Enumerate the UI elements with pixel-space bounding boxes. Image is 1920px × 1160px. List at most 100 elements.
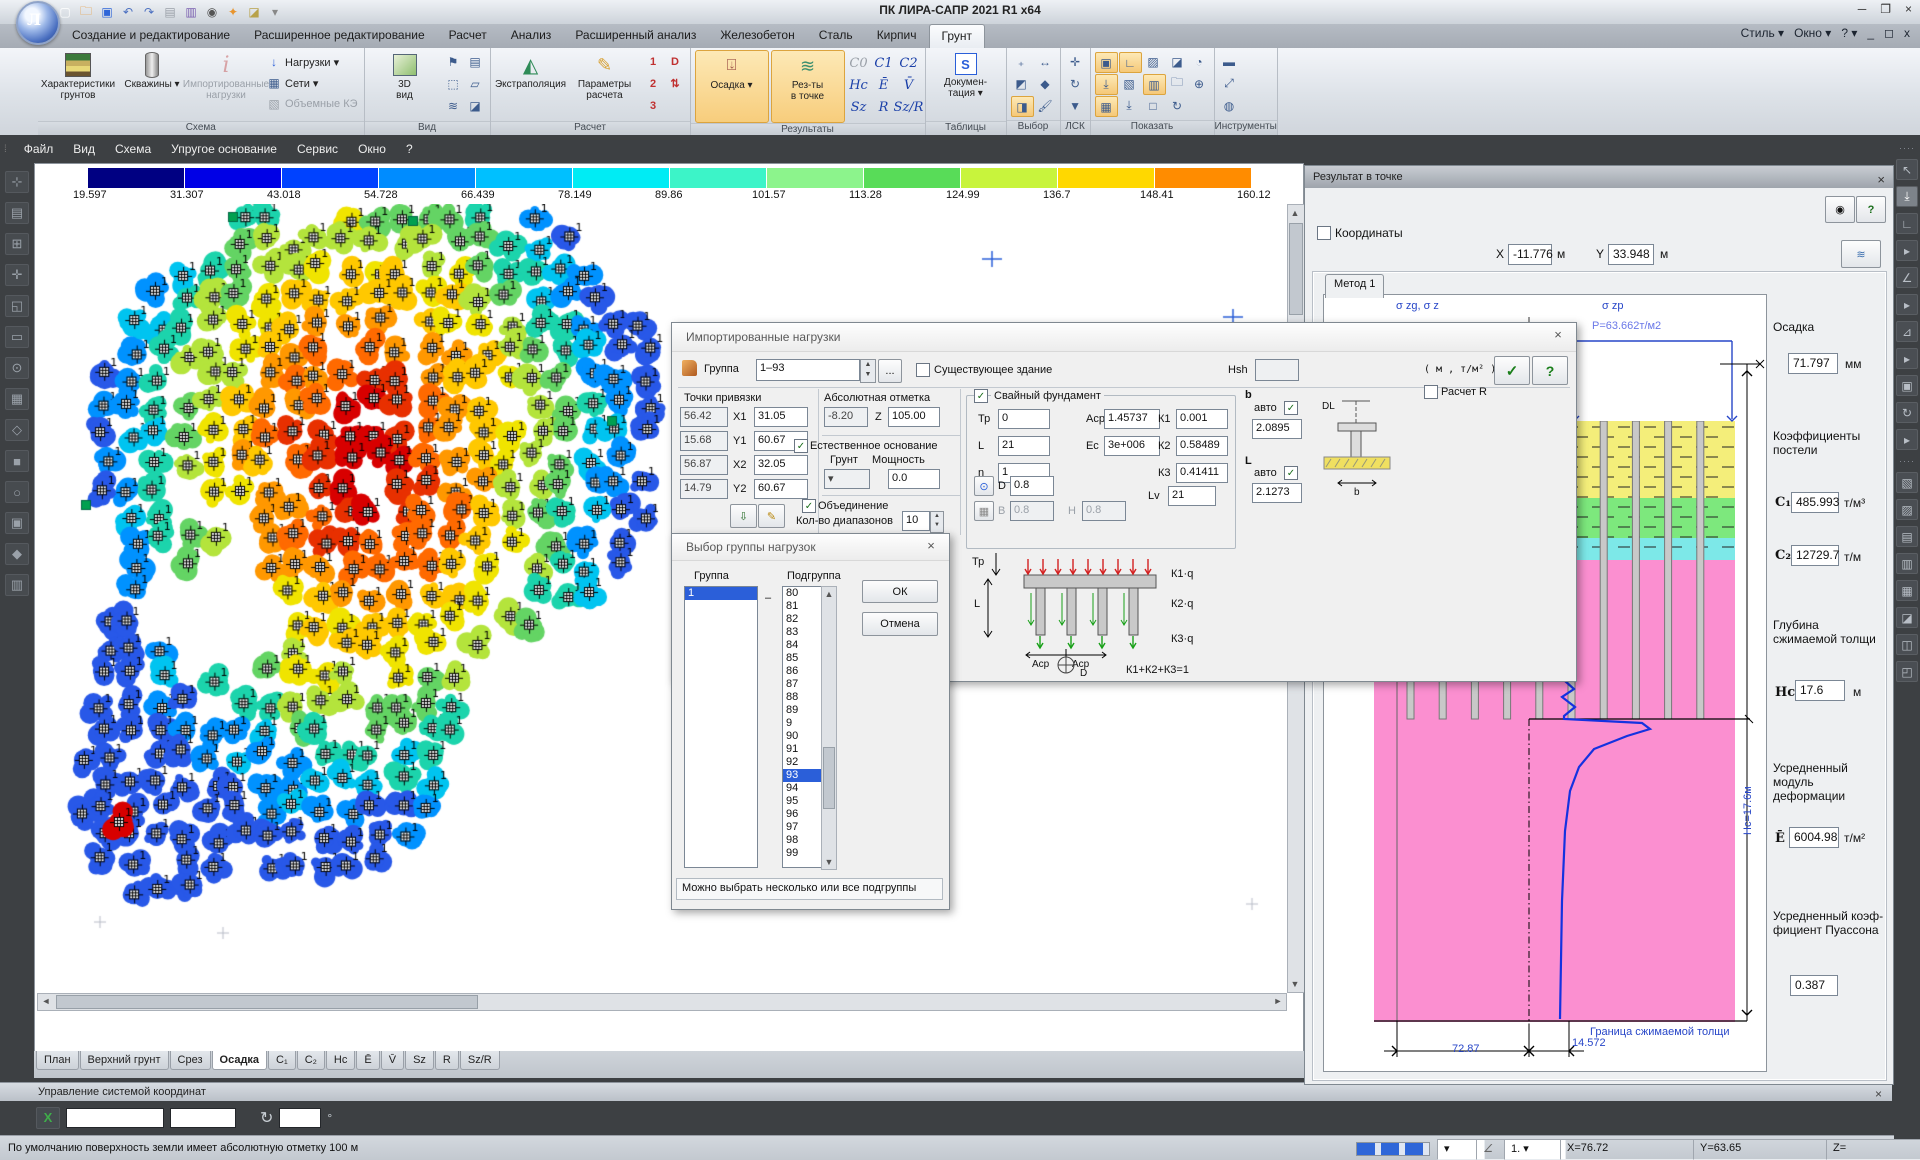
left-tool-0[interactable]: ⊹ [5,171,29,193]
ribbon-tab-Грунт[interactable]: Грунт [929,24,986,48]
apply-points-button[interactable]: ⇩ [730,504,757,528]
view-tab-План[interactable]: План [36,1051,79,1070]
show-grid-icon[interactable]: ▦ [1095,96,1118,117]
x-axis-icon[interactable]: X [36,1107,60,1129]
app-logo-icon[interactable]: Л [16,1,60,45]
ribbon-tab-Сталь[interactable]: Сталь [807,24,865,48]
group-list[interactable]: 1 [684,586,758,868]
save-lsk-icon[interactable]: ▼ [1065,96,1086,115]
subgroup-list-item[interactable]: 93 [783,769,821,782]
spring-icon[interactable]: ≋ [443,96,464,115]
natural-base-checkbox[interactable]: ✓ [794,439,808,453]
menu-item-Вид[interactable]: Вид [63,138,105,160]
flag-icon[interactable]: ⚑ [443,52,464,71]
subgroup-list-item[interactable]: 96 [783,808,821,821]
group-browse-button[interactable]: ... [878,359,902,383]
result-panel-close-icon[interactable]: × [1877,169,1885,191]
ribbon-minimize-icon[interactable]: _ [1867,26,1874,40]
ribbon-button-Докумен--тация[interactable]: SДокумен- тация ▾ [930,50,1002,121]
subgroup-list-item[interactable]: 94 [783,782,821,795]
hsh-field[interactable] [1255,359,1299,381]
pile-param-field[interactable]: 21 [998,436,1050,456]
result-button-Sz[interactable]: Sz [847,97,871,118]
pile-section-icon[interactable]: ▦ [974,501,994,521]
pile-d-icon[interactable]: D [665,52,686,71]
spring-button[interactable]: ≋ [1841,240,1881,268]
raschet-r-checkbox[interactable] [1424,385,1438,399]
globe-settings-icon[interactable]: ◍ [1219,96,1240,115]
pile-param-field[interactable]: 0 [998,409,1050,429]
menu-Окно[interactable]: Окно ▾ [1794,26,1831,40]
ribbon-button-3D-вид[interactable]: 3D вид [369,50,441,121]
coord-field-1[interactable] [66,1108,164,1128]
ribbon-button-Параметры-расчета[interactable]: ✎Параметры расчета [569,50,641,121]
ribbon-button-Скважины[interactable]: Скважины ▾ [116,50,188,121]
view-tab-Hc[interactable]: Hc [326,1051,355,1070]
subgroup-scroll-thumb[interactable] [823,747,835,809]
cancel-button[interactable]: Отмена [862,612,938,636]
project-icon[interactable]: ▤ [161,4,179,20]
subgroup-list-item[interactable]: 98 [783,834,821,847]
more-icon[interactable]: ▾ [266,4,284,20]
polygon-icon[interactable]: ▱ [465,74,486,93]
result-button-C1[interactable]: C1 [872,53,896,74]
view-tool-10[interactable]: ▸ [1896,429,1918,450]
proj-tool-0[interactable]: ▧ [1896,472,1918,493]
point-field-2[interactable]: 32.05 [754,455,808,475]
view-tool-8[interactable]: ▣ [1896,375,1918,396]
brush-icon[interactable]: 🖌 [1035,96,1056,115]
result-button-Sz/R[interactable]: Sz/R [897,97,921,118]
zoom-all-icon[interactable]: ⊕ [1189,74,1210,93]
dialog-help-button[interactable]: ? [1532,356,1568,385]
left-tool-10[interactable]: ○ [5,481,29,503]
move-axes-icon[interactable]: ✛ [1065,52,1086,71]
subgroup-list-item[interactable]: 84 [783,639,821,652]
marquee-icon[interactable]: ⬚ [443,74,464,93]
maximize-icon[interactable]: ❐ [1880,2,1891,16]
apply-button[interactable]: ✓ [1494,356,1530,385]
ranges-field[interactable]: 10 [902,511,930,531]
group-pick-icon[interactable] [682,360,697,376]
pile-param-field[interactable]: 3е+006 [1104,436,1160,456]
undo-icon[interactable]: ↶ [119,4,137,20]
menu-item-?[interactable]: ? [396,138,423,160]
left-tool-4[interactable]: ◱ [5,295,29,317]
ribbon-button-Рез-ты-в-точке[interactable]: ≋Рез-ты в точке [771,50,845,123]
view-tab-Sz[interactable]: Sz [405,1051,434,1070]
left-tool-5[interactable]: ▭ [5,326,29,348]
view-tool-5[interactable]: ▸ [1896,294,1918,315]
view-tab-Верхний грунт[interactable]: Верхний грунт [80,1051,169,1070]
scroll-right-icon[interactable]: ► [1271,994,1285,1008]
menu-item-Сервис[interactable]: Сервис [287,138,348,160]
subgroup-list-item[interactable]: 9 [783,717,821,730]
block-icon[interactable]: ◪ [245,4,263,20]
proj-tool-1[interactable]: ▨ [1896,499,1918,520]
subgroup-list-item[interactable]: 89 [783,704,821,717]
snapshot-icon[interactable]: ◉ [203,4,221,20]
existing-building-checkbox[interactable] [916,363,930,377]
view-tab-C₂[interactable]: C₂ [297,1051,325,1070]
view-tab-Срез[interactable]: Срез [170,1051,211,1070]
pile-param-field[interactable]: 1.45737 [1104,409,1160,429]
ribbon-tab-Кирпич[interactable]: Кирпич [865,24,929,48]
coord-field-2[interactable] [170,1108,236,1128]
groups-dialog-titlebar[interactable]: Выбор группы нагрузок × [672,534,949,561]
menu-item-Схема[interactable]: Схема [105,138,161,160]
left-tool-3[interactable]: ✛ [5,264,29,286]
view-tab-Осадка[interactable]: Осадка [212,1051,268,1070]
view-tool-1[interactable]: ⤓ [1896,186,1918,207]
close-icon[interactable]: × [1905,2,1912,16]
y-field[interactable]: 33.948 [1608,244,1654,265]
l-value-field[interactable]: 2.1273 [1252,483,1302,503]
point-field-2[interactable]: 60.67 [754,479,808,499]
view-tool-9[interactable]: ↻ [1896,402,1918,423]
ranges-spinner[interactable]: ▲▼ [930,511,944,533]
ribbon-button-Характеристики-грунтов[interactable]: Характеристики грунтов [42,50,114,121]
coords-checkbox[interactable] [1317,226,1331,240]
pile-2-icon[interactable]: 2 [643,74,664,93]
result-button-R[interactable]: R [872,97,896,118]
report-icon[interactable]: ▥ [182,4,200,20]
left-tool-8[interactable]: ◇ [5,419,29,441]
subgroup-list-item[interactable]: 85 [783,652,821,665]
rotate-axes-icon[interactable]: ↻ [1065,74,1086,93]
